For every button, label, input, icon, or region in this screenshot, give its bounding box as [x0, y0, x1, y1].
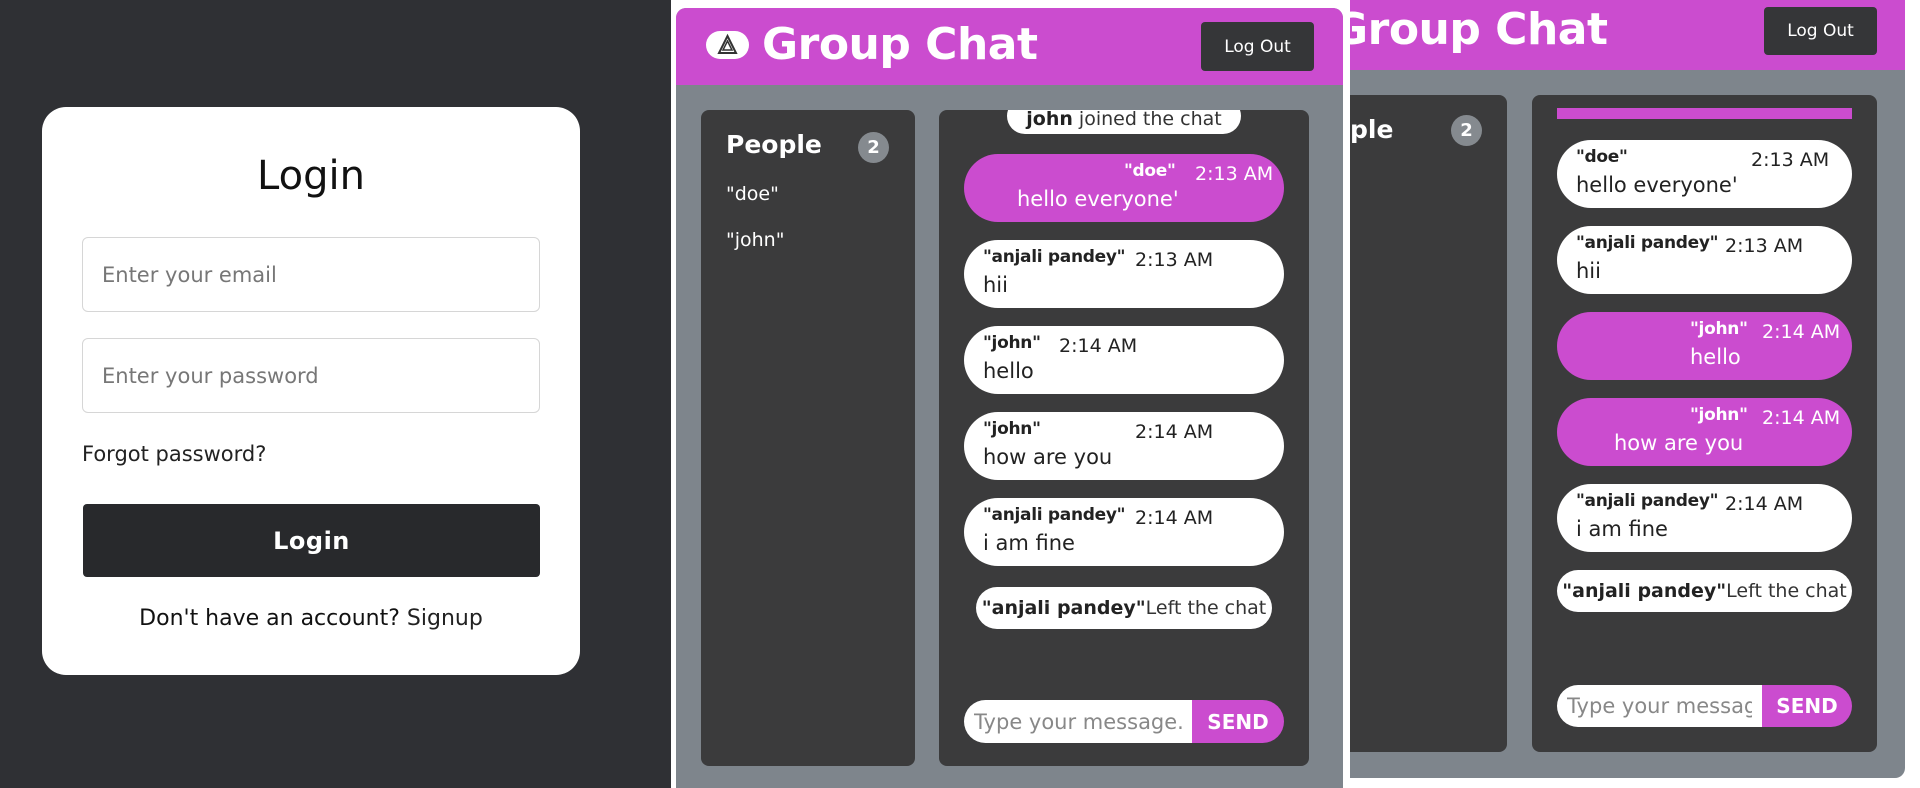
people-count-badge: 2 — [1451, 115, 1482, 146]
message-bubble: "john" 2:14 AM how are you — [964, 412, 1284, 480]
message-bubble: "anjali pandey" 2:14 AM i am fine — [1557, 484, 1852, 552]
message-time: 2:13 AM — [1725, 235, 1804, 257]
message-bubble: "john" 2:14 AM how are you — [1557, 398, 1852, 466]
message-time: 2:14 AM — [1762, 321, 1841, 343]
chat-title: Group Chat — [762, 19, 1038, 70]
message-sender: "john" — [1690, 405, 1748, 425]
message-sender: "anjali pandey" — [1576, 491, 1719, 511]
logout-button[interactable]: Log Out — [1201, 22, 1314, 71]
people-panel: People 2 "doe" "john" — [701, 110, 915, 766]
message-sender: "john" — [983, 333, 1041, 353]
message-text: hello everyone' — [1576, 173, 1738, 197]
message-sender: "anjali pandey" — [983, 247, 1126, 267]
message-time: 2:13 AM — [1195, 163, 1274, 185]
message-bubble: "doe" 2:13 AM hello everyone' — [1557, 140, 1852, 208]
login-card: Login Forgot password? Login Don't have … — [42, 107, 580, 675]
message-text: how are you — [1614, 431, 1744, 455]
message-text: hello — [983, 359, 1034, 383]
message-text: hii — [983, 273, 1008, 297]
message-text: hello everyone' — [1017, 187, 1179, 211]
message-text: hello — [1690, 345, 1741, 369]
message-bubble: "doe" 2:13 AM hello everyone' — [964, 154, 1284, 222]
signup-prompt: Don't have an account? Signup — [42, 606, 580, 631]
message-input[interactable] — [964, 700, 1192, 743]
message-text: i am fine — [983, 531, 1075, 555]
leave-notice-text: Left the chat — [1726, 580, 1847, 602]
message-bubble: "john" 2:14 AM hello — [1557, 312, 1852, 380]
chat-title: Group Chat — [1350, 4, 1608, 55]
message-text: how are you — [983, 445, 1113, 469]
message-sender: "doe" — [1124, 161, 1176, 181]
message-time: 2:13 AM — [1135, 249, 1214, 271]
message-sender: "anjali pandey" — [1576, 233, 1719, 253]
message-bubble: "anjali pandey" 2:13 AM hii — [964, 240, 1284, 308]
message-input[interactable] — [1557, 685, 1762, 727]
app-logo — [706, 31, 749, 59]
leave-notice-text: Left the chat — [1145, 597, 1267, 619]
people-panel: ple 2 — [1350, 95, 1507, 752]
chat-header: Group Chat Log Out — [676, 8, 1343, 85]
signup-prompt-text: Don't have an account? — [139, 606, 400, 631]
message-sender: "john" — [983, 419, 1041, 439]
send-button[interactable]: SEND — [1762, 685, 1852, 727]
message-bubble: "john" 2:14 AM hello — [964, 326, 1284, 394]
message-text: i am fine — [1576, 517, 1668, 541]
message-sender: "doe" — [1576, 147, 1628, 167]
login-title: Login — [257, 153, 365, 199]
chat-header: Group Chat Log Out — [1350, 0, 1905, 70]
email-field[interactable] — [82, 237, 540, 312]
leave-notice: "anjali pandey"Left the chat — [976, 587, 1272, 629]
logout-button[interactable]: Log Out — [1764, 7, 1877, 55]
people-title: People — [726, 130, 822, 159]
message-time: 2:14 AM — [1059, 335, 1138, 357]
message-time: 2:14 AM — [1135, 507, 1214, 529]
people-count-badge: 2 — [858, 132, 889, 163]
person-item: "john" — [726, 229, 785, 251]
join-notice-name: john — [1026, 110, 1073, 130]
login-button[interactable]: Login — [83, 504, 540, 577]
message-time: 2:14 AM — [1725, 493, 1804, 515]
join-notice-text: joined the chat — [1072, 110, 1222, 130]
group-chat-window-b: Group Chat Log Out ple 2 "doe" 2:13 AM h… — [1350, 0, 1920, 788]
messages-panel: "doe" 2:13 AM hello everyone' "anjali pa… — [1532, 95, 1877, 752]
password-field[interactable] — [82, 338, 540, 413]
message-time: 2:14 AM — [1135, 421, 1214, 443]
send-button[interactable]: SEND — [1192, 700, 1284, 743]
message-bubble: "anjali pandey" 2:13 AM hii — [1557, 226, 1852, 294]
people-title: ple — [1350, 115, 1394, 144]
message-text: hii — [1576, 259, 1601, 283]
messages-panel: john joined the chat "doe" 2:13 AM hello… — [939, 110, 1309, 766]
leave-notice-name: "anjali pandey" — [1562, 580, 1727, 602]
scrolled-message-edge — [1557, 108, 1852, 119]
message-sender: "anjali pandey" — [983, 505, 1126, 525]
message-time: 2:13 AM — [1751, 149, 1830, 171]
signup-link[interactable]: Signup — [407, 606, 483, 631]
person-item: "doe" — [726, 183, 779, 205]
group-chat-window-a: Group Chat Log Out People 2 "doe" "john"… — [671, 0, 1350, 788]
logo-icon — [717, 33, 738, 54]
message-time: 2:14 AM — [1762, 407, 1841, 429]
leave-notice: "anjali pandey"Left the chat — [1557, 570, 1852, 612]
join-notice: john joined the chat — [1007, 110, 1241, 134]
message-bubble: "anjali pandey" 2:14 AM i am fine — [964, 498, 1284, 566]
message-sender: "john" — [1690, 319, 1748, 339]
leave-notice-name: "anjali pandey" — [981, 597, 1146, 619]
forgot-password-link[interactable]: Forgot password? — [82, 442, 266, 466]
